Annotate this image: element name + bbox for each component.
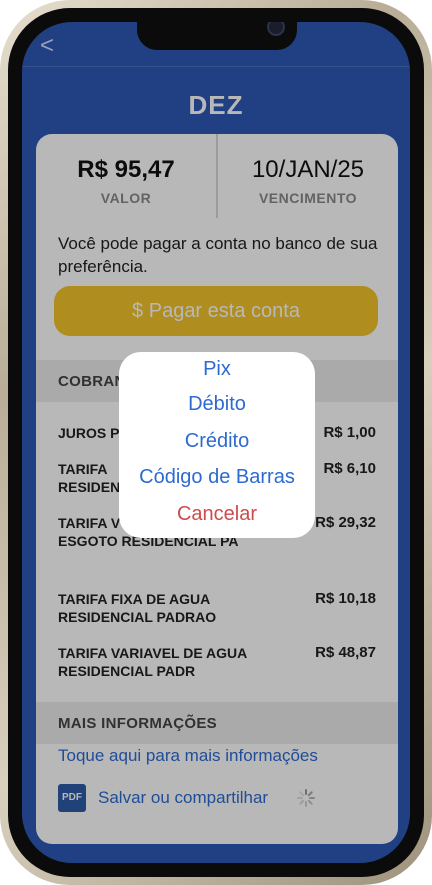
amount-value: R$ 95,47: [77, 156, 175, 183]
notch: [137, 22, 297, 50]
charge-value: R$ 6,10: [323, 460, 376, 477]
debit-option[interactable]: Débito: [119, 393, 315, 416]
payment-options-sheet: Pix Débito Crédito Código de Barras Canc…: [119, 352, 315, 538]
charge-label: TARIFA FIXA DE AGUA RESIDENCIAL PADRAO: [58, 591, 217, 625]
value-block: R$ 95,47 VALOR: [36, 156, 216, 206]
charge-label: TARIFA VARIAVEL DE AGUA RESIDENCIAL PADR: [58, 645, 247, 679]
page-title: DEZ: [188, 90, 244, 120]
charge-value: R$ 10,18: [315, 590, 376, 607]
chevron-left-icon[interactable]: <: [40, 34, 54, 58]
charge-value: R$ 29,32: [315, 514, 376, 531]
save-share-label: Salvar ou compartilhar: [98, 788, 269, 807]
pay-bill-button[interactable]: $ Pagar esta conta: [54, 286, 378, 336]
due-date-label: VENCIMENTO: [258, 190, 358, 206]
pdf-icon: PDF: [58, 784, 86, 812]
charges-section-label: COBRAN: [58, 373, 126, 390]
loading-spinner-icon: [297, 789, 315, 807]
info-text: Você pode pagar a conta no banco de sua …: [58, 234, 378, 276]
barcode-option[interactable]: Código de Barras: [119, 466, 315, 489]
due-block: 10/JAN/25 VENCIMENTO: [218, 156, 398, 206]
charge-value: R$ 48,87: [315, 644, 376, 661]
camera-icon: [267, 22, 285, 36]
amount-label: VALOR: [100, 190, 152, 206]
more-info-section-header: MAIS INFORMAÇÕES: [36, 702, 398, 744]
due-date-value: 10/JAN/25: [251, 156, 365, 183]
charge-value: R$ 1,00: [323, 424, 376, 441]
cancel-option[interactable]: Cancelar: [119, 503, 315, 526]
credit-option[interactable]: Crédito: [119, 430, 315, 453]
pix-option[interactable]: Pix: [119, 358, 315, 381]
more-info-section-label: MAIS INFORMAÇÕES: [58, 715, 217, 732]
more-info-link[interactable]: Toque aqui para mais informações: [58, 746, 318, 766]
